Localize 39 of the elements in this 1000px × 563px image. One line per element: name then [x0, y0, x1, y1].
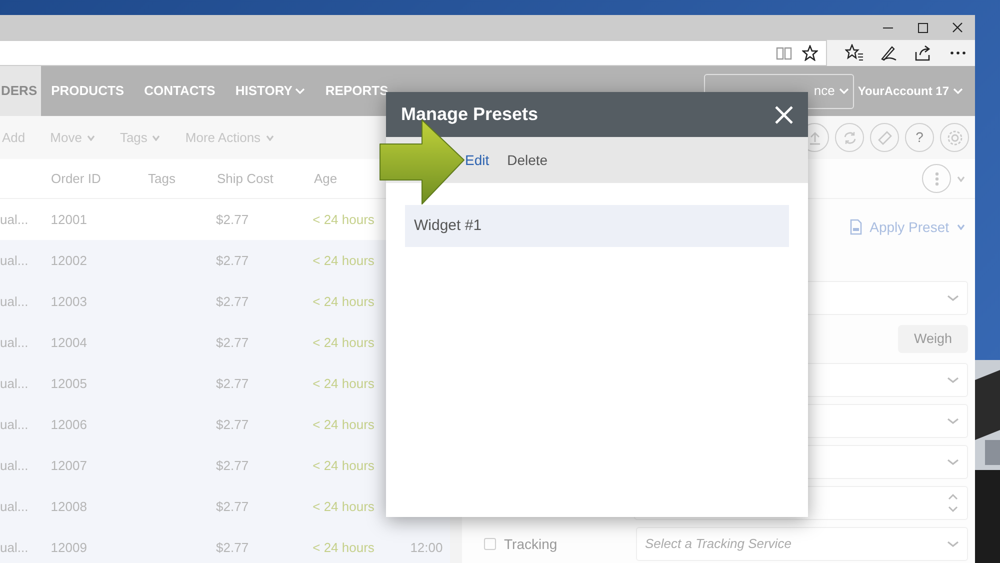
table-cell: < 24 hours	[312, 212, 374, 227]
table-cell: ual...	[0, 498, 28, 514]
table-cell: $2.77	[216, 334, 249, 350]
table-cell: 12005	[50, 376, 87, 391]
table-cell: ual...	[0, 212, 28, 227]
table-cell: 12003	[50, 294, 87, 309]
table-cell: ual...	[0, 252, 28, 268]
table-cell: $2.77	[216, 294, 249, 309]
table-cell: 12006	[50, 416, 87, 432]
table-cell: 12007	[50, 458, 87, 473]
table-cell: ual...	[0, 294, 28, 309]
table-cell: < 24 hours	[312, 252, 374, 268]
table-cell: 12002	[50, 252, 87, 268]
table-cell: ual...	[0, 416, 28, 432]
table-cell: 12008	[50, 498, 87, 514]
table-cell: $2.77	[216, 212, 249, 227]
table-cell: ual...	[0, 376, 28, 391]
table-cell: 12009	[50, 540, 87, 555]
table-cell: 12:00	[410, 540, 443, 555]
table-cell: ual...	[0, 334, 28, 350]
table-cell: $2.77	[216, 498, 249, 514]
table-cell: < 24 hours	[312, 416, 374, 432]
table-cell: 12004	[50, 334, 87, 350]
table-cell: < 24 hours	[312, 458, 374, 473]
table-cell: $2.77	[216, 376, 249, 391]
table-cell: < 24 hours	[312, 540, 374, 555]
table-cell: $2.77	[216, 540, 249, 555]
table-cell: < 24 hours	[312, 376, 374, 391]
modal-title: Manage Presets	[401, 103, 538, 126]
table-cell: 12001	[50, 212, 87, 227]
table-cell: $2.77	[216, 458, 249, 473]
table-cell: < 24 hours	[312, 498, 374, 514]
table-cell: $2.77	[216, 252, 249, 268]
table-cell: < 24 hours	[312, 294, 374, 309]
tracking-label: Tracking	[504, 534, 558, 554]
table-cell: ual...	[0, 540, 28, 555]
table-cell: $2.77	[216, 416, 249, 432]
table-cell: ual...	[0, 458, 28, 473]
table-cell: < 24 hours	[312, 334, 374, 350]
